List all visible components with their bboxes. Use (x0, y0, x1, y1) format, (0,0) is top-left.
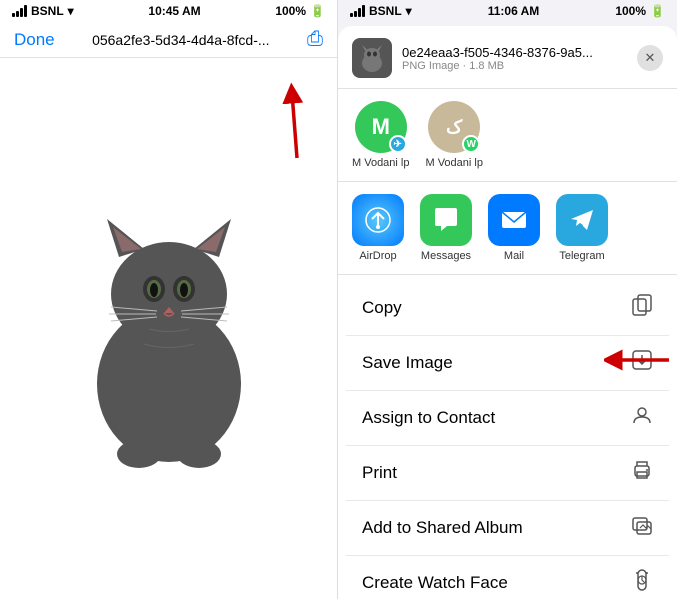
print-label: Print (362, 463, 397, 483)
messages-icon (420, 194, 472, 246)
telegram-label: Telegram (559, 250, 604, 262)
assign-contact-icon (631, 404, 653, 432)
left-panel: BSNL ▾ 10:45 AM 100% 🔋 Done 056a2fe3-5d3… (0, 0, 338, 599)
battery-icon-right: 🔋 (650, 4, 665, 18)
contacts-row: M ✈ M Vodani lp ک W M Vodani lp (338, 89, 677, 182)
action-print[interactable]: Print (346, 446, 669, 501)
battery-area-right: 100% 🔋 (615, 4, 665, 18)
contact-initial: M (372, 114, 390, 140)
app-mail[interactable]: Mail (484, 194, 544, 262)
shared-album-label: Add to Shared Album (362, 518, 523, 538)
watch-face-label: Create Watch Face (362, 573, 508, 593)
status-bar-left: BSNL ▾ 10:45 AM 100% 🔋 (0, 0, 337, 22)
carrier-right: BSNL ▾ (350, 4, 412, 18)
battery-icon-left: 🔋 (310, 4, 325, 18)
action-watch-face[interactable]: Create Watch Face (346, 556, 669, 599)
shared-album-icon (631, 514, 653, 542)
mail-icon (488, 194, 540, 246)
action-shared-album[interactable]: Add to Shared Album (346, 501, 669, 556)
time-left: 10:45 AM (148, 4, 200, 18)
action-copy[interactable]: Copy (346, 281, 669, 336)
save-image-icon (631, 349, 653, 377)
share-button-left[interactable]: ⎙ (307, 28, 323, 51)
action-save-image[interactable]: Save Image (346, 336, 669, 391)
image-area (0, 58, 337, 599)
file-thumbnail (352, 38, 392, 78)
app-messages[interactable]: Messages (416, 194, 476, 262)
contact-item-2[interactable]: ک W M Vodani lp (425, 101, 482, 169)
signal-icon-right (350, 5, 365, 17)
arrow-indicator-left (237, 78, 327, 168)
filename: 0e24eaa3-f505-4346-8376-9a5... (402, 45, 627, 60)
action-list: Copy Save Image (346, 281, 669, 599)
copy-label: Copy (362, 298, 402, 318)
mail-label: Mail (504, 250, 524, 262)
contact-initial-2: ک (446, 117, 462, 138)
print-icon (631, 459, 653, 487)
share-header: 0e24eaa3-f505-4346-8376-9a5... PNG Image… (338, 26, 677, 89)
wifi-icon-left: ▾ (68, 4, 74, 18)
airdrop-icon (352, 194, 404, 246)
battery-left: 100% (275, 4, 306, 18)
cat-image (59, 189, 279, 469)
contact-avatar-m: M ✈ (355, 101, 407, 153)
telegram-icon (556, 194, 608, 246)
assign-contact-label: Assign to Contact (362, 408, 495, 428)
contact-name-1: M Vodani lp (352, 157, 409, 169)
messages-label: Messages (421, 250, 471, 262)
watch-face-icon (631, 569, 653, 597)
copy-icon (631, 294, 653, 322)
status-bar-right: BSNL ▾ 11:06 AM 100% 🔋 (338, 0, 677, 22)
time-right: 11:06 AM (488, 4, 540, 18)
airdrop-label: AirDrop (359, 250, 396, 262)
carrier-right-label: BSNL (369, 4, 402, 18)
battery-area-left: 100% 🔋 (275, 4, 325, 18)
apps-row: AirDrop Messages Mail (338, 182, 677, 275)
app-airdrop[interactable]: AirDrop (348, 194, 408, 262)
right-panel: BSNL ▾ 11:06 AM 100% 🔋 (338, 0, 677, 599)
action-assign-contact[interactable]: Assign to Contact (346, 391, 669, 446)
signal-icon (12, 5, 27, 17)
telegram-badge: ✈ (389, 135, 407, 153)
nav-bar-left: Done 056a2fe3-5d34-4d4a-8fcd-... ⎙ (0, 22, 337, 58)
action-section-wrapper: Copy Save Image (338, 275, 677, 599)
share-sheet: 0e24eaa3-f505-4346-8376-9a5... PNG Image… (338, 26, 677, 599)
save-image-label: Save Image (362, 353, 453, 373)
battery-right: 100% (615, 4, 646, 18)
contact-item[interactable]: M ✈ M Vodani lp (352, 101, 409, 169)
carrier-left: BSNL ▾ (12, 4, 74, 18)
wifi-icon-right: ▾ (406, 4, 412, 18)
app-telegram[interactable]: Telegram (552, 194, 612, 262)
done-button-left[interactable]: Done (14, 30, 55, 50)
contact-name-2: M Vodani lp (425, 157, 482, 169)
file-title-left: 056a2fe3-5d34-4d4a-8fcd-... (92, 32, 269, 48)
close-button[interactable]: ✕ (637, 45, 663, 71)
contact-avatar-k: ک W (428, 101, 480, 153)
whatsapp-badge: W (462, 135, 480, 153)
file-info: 0e24eaa3-f505-4346-8376-9a5... PNG Image… (402, 45, 627, 72)
file-meta: PNG Image · 1.8 MB (402, 60, 627, 72)
carrier-left-label: BSNL (31, 4, 64, 18)
